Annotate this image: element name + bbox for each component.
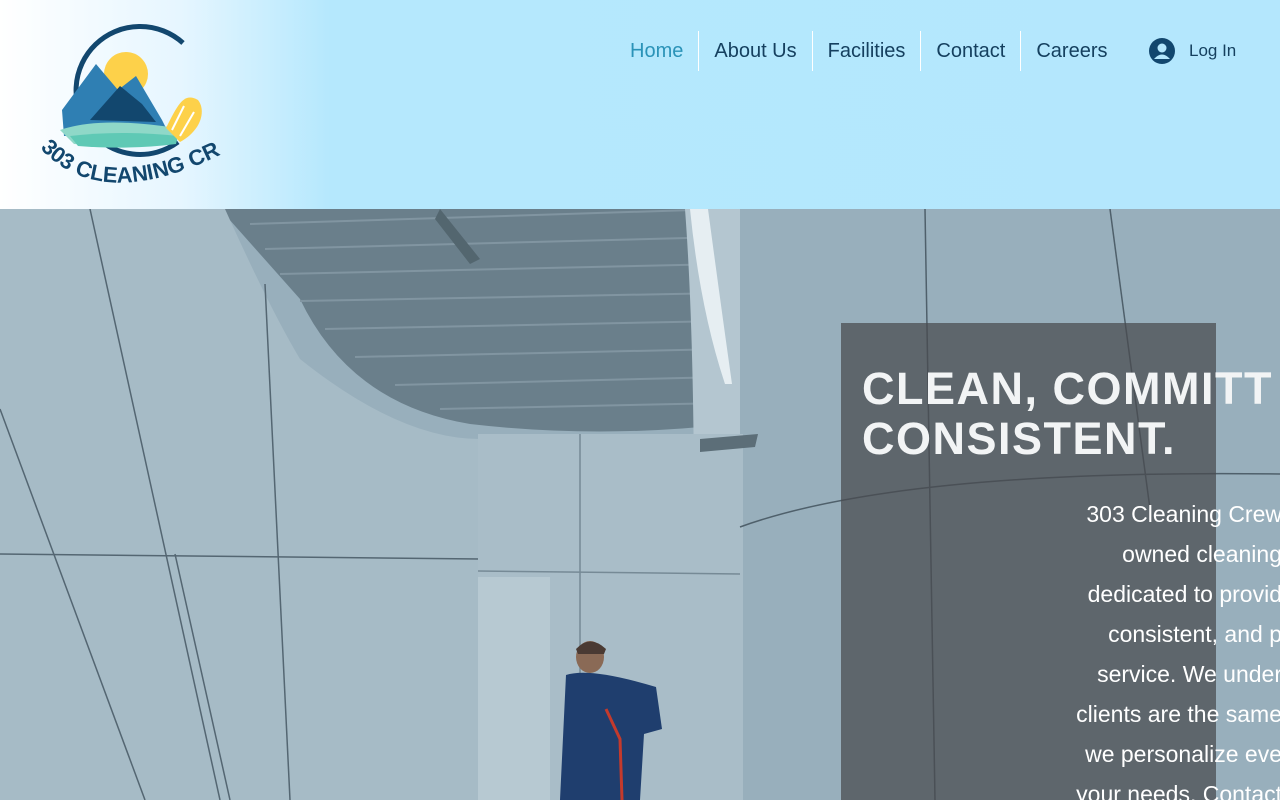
hero-headline-line-2: CONSISTENT. (862, 413, 1177, 464)
hero-description-line: we personalize eve (1085, 741, 1280, 767)
hero-description-line: 303 Cleaning Crew (1086, 501, 1280, 527)
brand-logo[interactable]: 303 CLEANING CREW (20, 0, 230, 209)
user-avatar-icon (1149, 38, 1175, 64)
nav-facilities[interactable]: Facilities (811, 31, 921, 71)
nav-about-us[interactable]: About Us (698, 31, 811, 71)
nav-home[interactable]: Home (615, 31, 698, 71)
hero-description-line: clients are the same (1076, 701, 1280, 727)
nav-contact[interactable]: Contact (920, 31, 1020, 71)
hero-headline-line-1: CLEAN, COMMITT (862, 363, 1273, 414)
site-header: 303 CLEANING CREW Home About Us Faciliti… (0, 0, 1280, 209)
hero-section: CLEAN, COMMITT CONSISTENT. 303 Cleaning … (0, 209, 1280, 800)
hero-description-line: consistent, and p (1108, 621, 1280, 647)
hero-description-line: owned cleaning (1122, 541, 1280, 567)
main-nav: Home About Us Facilities Contact Careers (615, 31, 1123, 71)
login-label: Log In (1189, 41, 1237, 60)
nav-careers[interactable]: Careers (1020, 31, 1122, 71)
hero-description-line: your needs. Contact (1076, 781, 1280, 800)
hero-description-line: dedicated to provid (1087, 581, 1280, 607)
hero-description-line: service. We under (1097, 661, 1280, 687)
hero-headline: CLEAN, COMMITT CONSISTENT. (862, 364, 1280, 464)
login-button[interactable]: Log In (1149, 36, 1236, 66)
